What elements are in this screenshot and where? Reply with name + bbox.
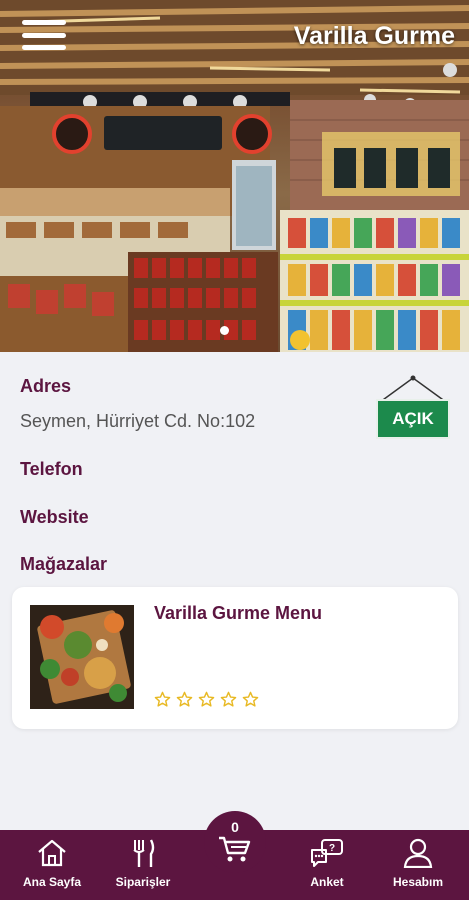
nav-home-label: Ana Sayfa — [22, 875, 82, 889]
nav-home[interactable]: Ana Sayfa — [7, 838, 97, 889]
nav-survey[interactable]: ? Anket — [282, 838, 372, 889]
hamburger-menu-button[interactable] — [22, 20, 66, 50]
svg-text:?: ? — [329, 843, 335, 854]
nav-orders-label: Siparişler — [115, 875, 171, 889]
star-icon[interactable] — [154, 691, 171, 708]
star-icon[interactable] — [220, 691, 237, 708]
nav-orders[interactable]: Siparişler — [98, 838, 188, 889]
carousel-indicator-dot[interactable] — [220, 326, 229, 335]
store-photo-carousel[interactable]: Varilla Gurme — [0, 0, 469, 352]
store-title: Varilla Gurme — [293, 22, 455, 50]
rating-stars[interactable] — [154, 691, 259, 708]
shopping-cart-icon — [219, 836, 251, 862]
star-icon[interactable] — [242, 691, 259, 708]
hamburger-line — [22, 45, 66, 50]
menu-card[interactable]: Varilla Gurme Menu — [12, 587, 458, 729]
nav-account-label: Hesabım — [392, 875, 444, 889]
menu-title: Varilla Gurme Menu — [154, 603, 323, 623]
nav-account[interactable]: Hesabım — [373, 838, 463, 889]
hamburger-line — [22, 20, 66, 25]
open-status-badge: AÇIK — [376, 399, 450, 439]
star-icon[interactable] — [176, 691, 193, 708]
menu-thumbnail-image — [30, 605, 134, 709]
address-value[interactable]: Seymen, Hürriyet Cd. No:102 — [20, 411, 255, 432]
cart-button[interactable]: 0 — [204, 811, 266, 873]
star-icon[interactable] — [198, 691, 215, 708]
home-icon — [38, 839, 66, 867]
user-icon — [403, 838, 433, 869]
open-status-sign: AÇIK — [374, 374, 452, 440]
cart-count-badge: 0 — [231, 819, 239, 835]
hamburger-line — [22, 32, 66, 38]
phone-label[interactable]: Telefon — [20, 459, 83, 480]
address-label: Adres — [20, 376, 72, 396]
survey-chat-icon: ? — [311, 839, 343, 867]
fork-knife-icon — [133, 839, 155, 867]
nav-survey-label: Anket — [310, 875, 344, 889]
store-photo — [0, 0, 469, 352]
website-label[interactable]: Website — [20, 507, 89, 528]
stores-label: Mağazalar — [20, 554, 108, 574]
